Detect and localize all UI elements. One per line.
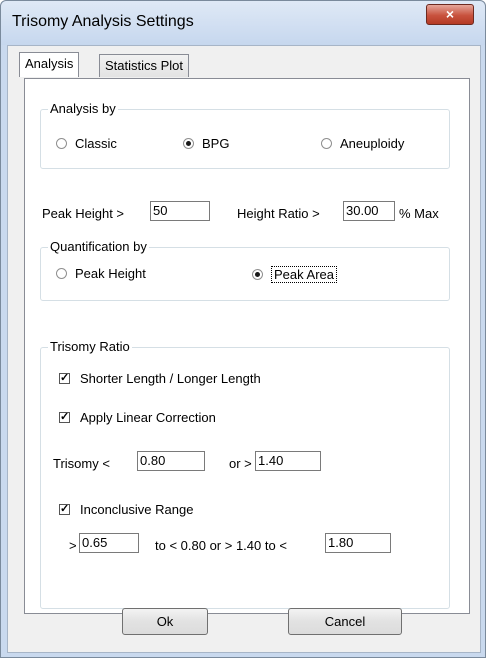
- dialog-client-area: Analysis Statistics Plot Analysis by Cla…: [7, 45, 481, 653]
- trisomy-ratio-group: Trisomy Ratio ✓ Shorter Length / Longer …: [40, 339, 450, 609]
- close-button[interactable]: ×: [426, 4, 474, 25]
- quantification-by-group: Quantification by Peak Height Peak Area: [40, 239, 450, 301]
- radio-bpg[interactable]: BPG: [183, 136, 229, 151]
- radio-peak-area-label: Peak Area: [271, 266, 337, 283]
- radio-peak-height-label: Peak Height: [75, 266, 146, 281]
- linear-correction-checkmark-icon: ✓: [59, 411, 70, 423]
- height-ratio-input[interactable]: 30.00: [343, 201, 395, 221]
- trisomy-low-input[interactable]: 0.80: [137, 451, 205, 471]
- trisomy-ratio-legend: Trisomy Ratio: [48, 339, 132, 354]
- title-bar[interactable]: Trisomy Analysis Settings ×: [1, 1, 485, 45]
- inconclusive-range-label: Inconclusive Range: [80, 502, 194, 517]
- peak-height-label: Peak Height >: [42, 206, 125, 221]
- radio-peak-height-circle: [56, 268, 67, 279]
- analysis-tab-panel: Analysis by Classic BPG Aneuploidy Peak …: [24, 78, 470, 614]
- shorter-longer-checkmark-icon: ✓: [59, 372, 70, 384]
- dialog-window: Trisomy Analysis Settings × Analysis Sta…: [0, 0, 486, 658]
- peak-height-input[interactable]: 50: [150, 201, 210, 221]
- linear-correction-checkbox[interactable]: ✓ Apply Linear Correction: [59, 410, 216, 425]
- radio-aneuploidy-label: Aneuploidy: [340, 136, 405, 151]
- trisomy-or-label: or >: [229, 456, 252, 471]
- ok-button[interactable]: Ok: [122, 608, 208, 635]
- range-low-input[interactable]: 0.65: [79, 533, 139, 553]
- tab-analysis[interactable]: Analysis: [19, 52, 80, 77]
- radio-aneuploidy[interactable]: Aneuploidy: [321, 136, 404, 151]
- linear-correction-label: Apply Linear Correction: [80, 410, 216, 425]
- tab-analysis-label: Analysis: [25, 56, 74, 71]
- analysis-by-group: Analysis by Classic BPG Aneuploidy: [40, 101, 450, 169]
- shorter-longer-label: Shorter Length / Longer Length: [80, 371, 261, 386]
- radio-aneuploidy-circle: [321, 138, 332, 149]
- radio-classic-circle: [56, 138, 67, 149]
- range-high-input[interactable]: 1.80: [325, 533, 391, 553]
- trisomy-high-input[interactable]: 1.40: [255, 451, 321, 471]
- shorter-longer-checkbox[interactable]: ✓ Shorter Length / Longer Length: [59, 371, 261, 386]
- tab-statistics-plot-label: Statistics Plot: [105, 58, 184, 73]
- inconclusive-range-checkbox[interactable]: ✓ Inconclusive Range: [59, 502, 193, 517]
- close-icon: ×: [445, 6, 455, 22]
- radio-classic[interactable]: Classic: [56, 136, 117, 151]
- quantification-by-legend: Quantification by: [48, 239, 149, 254]
- range-middle-label: to < 0.80 or > 1.40 to <: [155, 538, 287, 553]
- radio-peak-area[interactable]: Peak Area: [252, 266, 337, 283]
- radio-classic-label: Classic: [75, 136, 117, 151]
- radio-peak-area-circle: [252, 269, 263, 280]
- tab-statistics-plot[interactable]: Statistics Plot: [99, 54, 190, 77]
- window-title: Trisomy Analysis Settings: [12, 13, 194, 30]
- inconclusive-range-checkmark-icon: ✓: [59, 503, 70, 515]
- radio-peak-height[interactable]: Peak Height: [56, 266, 146, 281]
- radio-bpg-circle: [183, 138, 194, 149]
- trisomy-label: Trisomy <: [53, 456, 110, 471]
- range-prefix-label: >: [69, 538, 77, 553]
- height-ratio-unit: % Max: [399, 206, 439, 221]
- height-ratio-label: Height Ratio >: [237, 206, 320, 221]
- cancel-button[interactable]: Cancel: [288, 608, 402, 635]
- radio-bpg-label: BPG: [202, 136, 230, 151]
- analysis-by-legend: Analysis by: [48, 101, 118, 116]
